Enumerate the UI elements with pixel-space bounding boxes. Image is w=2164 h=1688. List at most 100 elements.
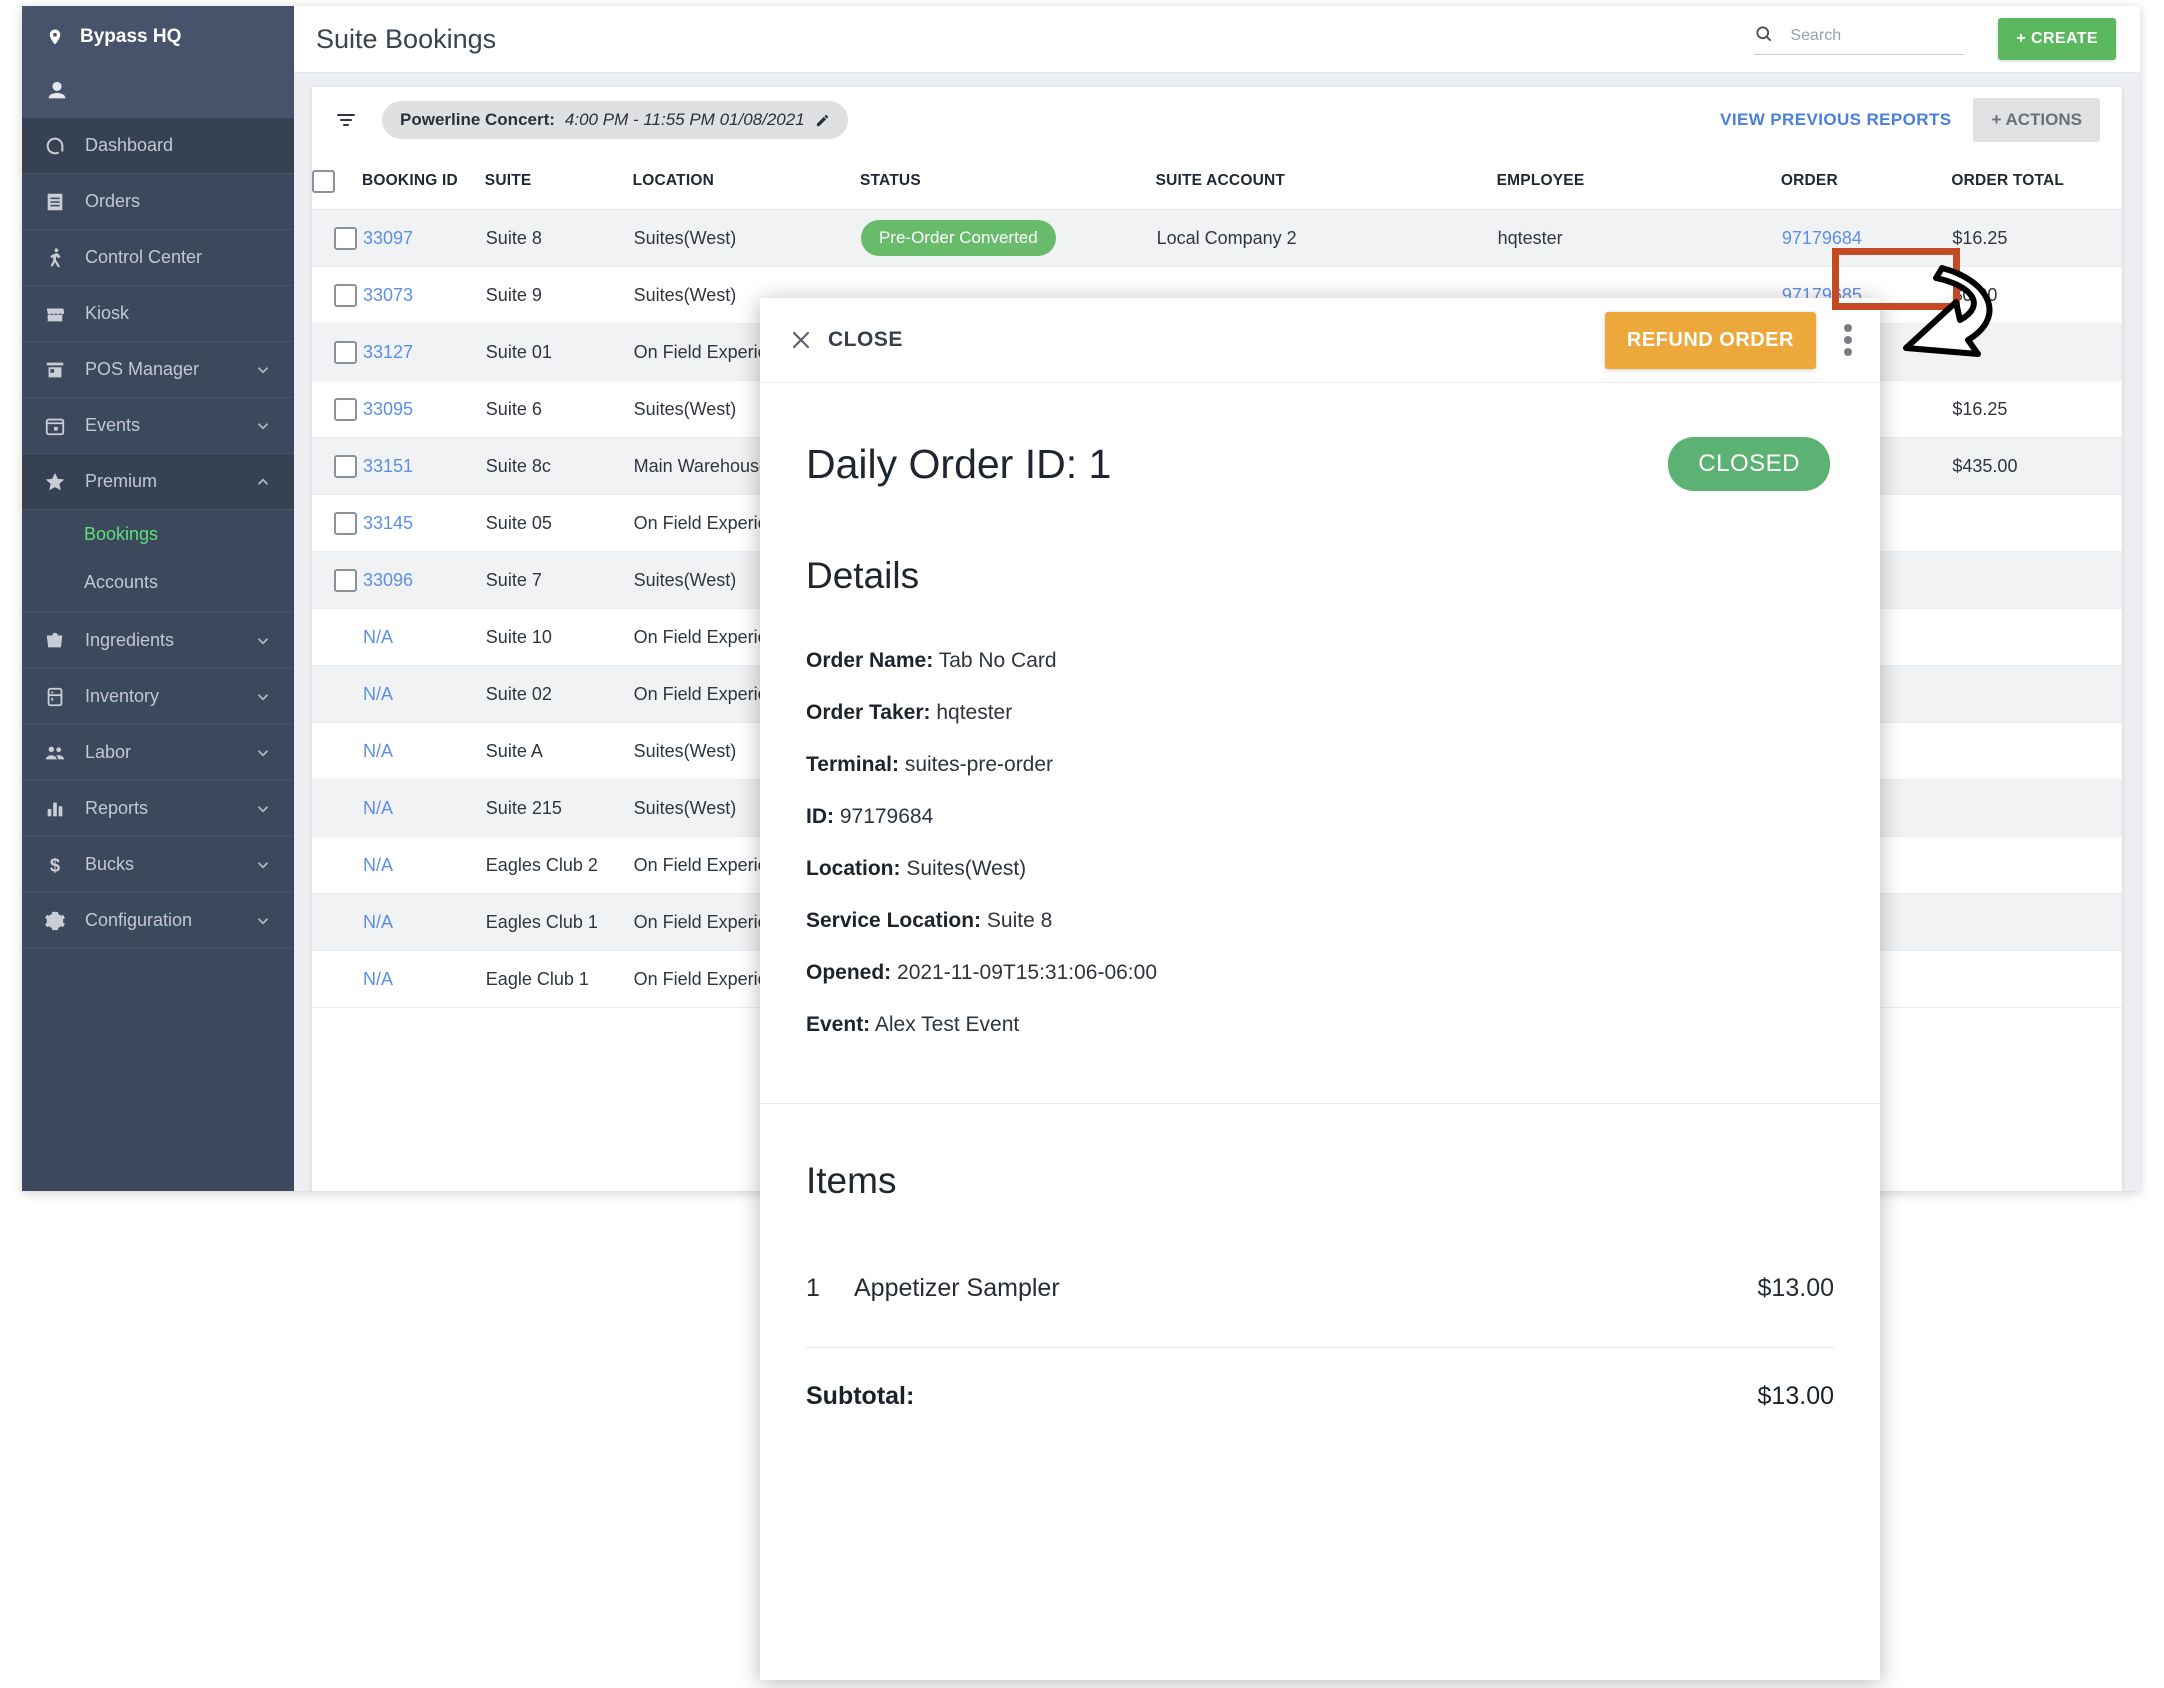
page-title: Suite Bookings [316,23,497,54]
detail-row: Order Name: Tab No Card [806,649,1880,673]
booking-id-link[interactable]: 33145 [363,513,413,533]
sidebar-item-accounts[interactable]: Accounts [22,558,294,606]
section-divider [760,1103,1880,1104]
table-header: BOOKING ID SUITE LOCATION STATUS SUITE A… [312,153,2122,210]
edit-pencil-icon[interactable] [815,113,830,128]
sidebar-item-labor[interactable]: Labor [22,725,294,781]
sidebar-item-label: Inventory [85,686,160,706]
filter-icon[interactable] [334,108,358,132]
col-suite[interactable]: SUITE [484,153,633,210]
detail-label: Terminal: [806,753,899,776]
cell-booking-id: 33145 [362,494,485,552]
select-all-checkbox[interactable] [312,169,335,193]
col-order-total[interactable]: ORDER TOTAL [1951,153,2122,210]
view-previous-reports-link[interactable]: VIEW PREVIOUS REPORTS [1720,110,1951,130]
chevron-down-icon[interactable] [254,632,272,650]
cell-status: Pre-Order Converted [859,209,1156,267]
booking-id-link[interactable]: 33073 [363,285,413,305]
subtotal-value: $13.00 [1757,1382,1834,1410]
sidebar-item-bookings[interactable]: Bookings [22,510,294,558]
chevron-down-icon[interactable] [254,800,272,818]
sidebar-nav: Dashboard Orders Control Center Kiosk POS Ma… [22,118,294,949]
booking-id-link[interactable]: 33095 [363,399,413,419]
booking-id-link[interactable]: N/A [363,912,393,932]
create-button[interactable]: + CREATE [1998,18,2116,60]
detail-value: Suites(West) [906,857,1027,880]
row-checkbox[interactable] [334,340,357,364]
brand-name: Bypass HQ [80,26,182,47]
booking-id-link[interactable]: N/A [363,627,393,647]
order-link[interactable]: 97179684 [1782,228,1862,248]
booking-id-link[interactable]: 33097 [363,228,413,248]
detail-value: Tab No Card [938,649,1057,672]
actions-button[interactable]: + ACTIONS [1973,98,2100,142]
booking-id-link[interactable]: 33151 [363,456,413,476]
event-filter-chip[interactable]: Powerline Concert: 4:00 PM - 11:55 PM 01… [382,101,848,139]
chevron-down-icon[interactable] [254,361,272,379]
chevron-down-icon[interactable] [254,417,272,435]
sidebar-item-pos-manager[interactable]: POS Manager [22,342,294,398]
cell-order-total [1951,722,2122,780]
sidebar-item-ingredients[interactable]: Ingredients [22,613,294,669]
sidebar-item-kiosk[interactable]: Kiosk [22,286,294,342]
cell-suite: Suite 8c [484,437,633,495]
sidebar-item-bucks[interactable]: $ Bucks [22,837,294,893]
booking-id-link[interactable]: N/A [363,684,393,704]
row-select-cell [312,836,363,894]
col-order[interactable]: ORDER [1780,153,1952,210]
sidebar-item-premium[interactable]: Premium [22,454,294,510]
col-location[interactable]: LOCATION [632,153,860,210]
sidebar-item-inventory[interactable]: Inventory [22,669,294,725]
details-list: Order Name: Tab No Card Order Taker: hqte… [806,649,1880,1037]
booking-id-link[interactable]: N/A [363,855,393,875]
col-status[interactable]: STATUS [859,153,1156,210]
sidebar-item-configuration[interactable]: Configuration [22,893,294,949]
cell-order-total [1951,950,2122,1008]
sidebar-item-label: Control Center [85,247,203,267]
chevron-down-icon[interactable] [254,912,272,930]
items-list: 1 Appetizer Sampler $13.00 [760,1274,1880,1303]
chevron-down-icon[interactable] [254,688,272,706]
detail-label: Opened: [806,961,892,984]
sidebar-item-orders[interactable]: Orders [22,174,294,230]
sidebar-item-dashboard[interactable]: Dashboard [22,118,294,174]
cell-suite: Eagles Club 2 [484,836,633,894]
chevron-up-icon[interactable] [254,473,272,491]
booking-id-link[interactable]: N/A [363,969,393,989]
sidebar-item-reports[interactable]: Reports [22,781,294,837]
dollar-icon: $ [44,854,66,876]
row-checkbox[interactable] [334,454,357,478]
sidebar-item-events[interactable]: Events [22,398,294,454]
more-options-icon[interactable] [1844,320,1852,360]
table-row[interactable]: 33097 Suite 8 Suites(West) Pre-Order Conver… [312,209,2122,267]
gear-icon [44,910,66,932]
cell-order-total [1951,779,2122,837]
col-suite-account[interactable]: SUITE ACCOUNT [1155,153,1497,210]
sidebar-item-control-center[interactable]: Control Center [22,230,294,286]
search-input[interactable] [1788,26,1965,46]
chevron-down-icon[interactable] [254,744,272,762]
booking-id-link[interactable]: N/A [363,798,393,818]
item-price: $13.00 [1757,1274,1834,1302]
row-checkbox[interactable] [334,568,357,592]
select-all-header [312,153,363,210]
col-booking-id[interactable]: BOOKING ID [362,153,485,210]
detail-value: Suite 8 [986,909,1053,932]
cell-booking-id: 33097 [362,209,485,267]
row-checkbox[interactable] [334,511,357,535]
bar-chart-icon [44,798,66,820]
brand-header[interactable]: Bypass HQ [22,6,294,68]
row-checkbox[interactable] [334,397,357,421]
chevron-down-icon[interactable] [254,856,272,874]
col-employee[interactable]: EMPLOYEE [1496,153,1781,210]
booking-id-link[interactable]: N/A [363,741,393,761]
close-button[interactable]: CLOSE [788,327,903,353]
user-avatar-row[interactable] [22,68,294,118]
booking-id-link[interactable]: 33127 [363,342,413,362]
refund-order-button[interactable]: REFUND ORDER [1604,311,1816,369]
row-checkbox[interactable] [334,283,357,307]
cell-booking-id: N/A [362,779,485,837]
row-checkbox[interactable] [334,226,357,250]
row-select-cell [312,608,363,666]
booking-id-link[interactable]: 33096 [363,570,413,590]
